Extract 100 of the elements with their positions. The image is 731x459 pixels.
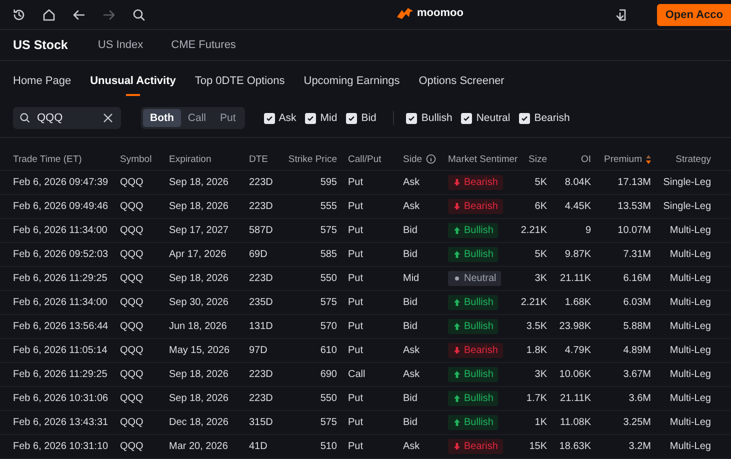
table-cell-text: Sep 18, 2026: [169, 201, 230, 212]
table-cell-text: Sep 18, 2026: [169, 369, 230, 380]
table-cell: Multi-Leg: [670, 297, 711, 308]
checkbox-icon[interactable]: [406, 112, 418, 124]
table-cell: 5K: [534, 177, 547, 188]
filter-checkbox[interactable]: Bullish: [406, 112, 452, 124]
table-cell: 555: [320, 201, 337, 212]
column-header: Side: [403, 154, 422, 164]
table-cell-text: Feb 6, 2026 09:52:03: [13, 249, 110, 260]
market-tab[interactable]: US Stock: [13, 38, 68, 52]
table-cell: 6.16M: [623, 273, 651, 284]
page-tab[interactable]: Options Screener: [418, 64, 504, 96]
table-cell: Multi-Leg: [670, 369, 711, 380]
table-cell-text: Ask: [402, 177, 421, 188]
open-account-button[interactable]: Open Acco: [657, 4, 731, 26]
forward-icon[interactable]: [102, 8, 116, 22]
table-cell: Multi-Leg: [670, 225, 711, 236]
column-header: Symbol: [120, 154, 153, 164]
table-cell-text: 131D: [249, 321, 274, 332]
logo-icon: [397, 7, 413, 19]
filter-checkbox[interactable]: Bid: [346, 112, 376, 124]
arrow-down-icon: [453, 346, 461, 355]
table-cell: 5K: [534, 249, 547, 260]
table-cell: 10.06K: [559, 369, 591, 380]
info-icon[interactable]: [426, 154, 436, 164]
arrow-down-icon: [453, 442, 461, 451]
filter-checkbox[interactable]: Neutral: [461, 112, 510, 124]
table-cell-text: Put: [347, 321, 364, 332]
table-cell: 575: [320, 297, 337, 308]
market-tab[interactable]: US Index: [98, 39, 144, 51]
table-cell: 4.89M: [623, 345, 651, 356]
column-header[interactable]: Premium: [604, 154, 642, 164]
table-cell-text: Bid: [402, 417, 418, 428]
table-cell-text: Sep 18, 2026: [169, 273, 230, 284]
table-cell: 15K: [529, 441, 547, 452]
sort-icon[interactable]: [646, 154, 651, 164]
table-cell-text: Feb 6, 2026 10:31:06: [13, 393, 110, 404]
table-cell: 1.7K: [526, 393, 547, 404]
filter-checkbox[interactable]: Mid: [305, 112, 338, 124]
search-icon[interactable]: [132, 8, 146, 22]
sentiment-tag: Bearish: [448, 199, 503, 214]
search-value: QQQ: [37, 112, 64, 124]
table-cell-text: Put: [347, 297, 364, 308]
search-field[interactable]: QQQ: [13, 107, 121, 129]
table-cell-text: 315D: [249, 417, 274, 428]
column-header: Market Sentimer: [448, 154, 518, 164]
table-cell: Multi-Leg: [670, 273, 711, 284]
table-cell: Single-Leg: [663, 177, 711, 188]
checkbox-icon[interactable]: [346, 112, 358, 124]
table-cell: 3.2M: [628, 441, 651, 452]
table-cell: 23.98K: [559, 321, 591, 332]
table-cell-text: 223D: [249, 393, 274, 404]
table-cell: 4.79K: [564, 345, 591, 356]
table-cell-text: QQQ: [120, 201, 144, 212]
table-cell: 610: [320, 345, 337, 356]
back-icon[interactable]: [72, 8, 86, 22]
segment-button[interactable]: Call: [180, 109, 214, 127]
checkbox-icon[interactable]: [305, 112, 316, 124]
checkbox-icon[interactable]: [461, 112, 472, 124]
table-cell: 3.6M: [628, 393, 651, 404]
table-cell: 17.13M: [618, 177, 651, 188]
table-cell: 5.88M: [623, 321, 651, 332]
arrow-up-icon: [453, 250, 461, 259]
filter-checkbox[interactable]: Ask: [264, 112, 296, 124]
table-cell-text: Sep 30, 2026: [169, 297, 230, 308]
column-header: Strategy: [676, 154, 711, 164]
table-cell-text: QQQ: [120, 225, 144, 236]
table-cell: 1.68K: [564, 297, 591, 308]
table-cell-text: Bid: [402, 249, 418, 260]
page-tab[interactable]: Unusual Activity: [90, 64, 176, 96]
checkbox-icon[interactable]: [519, 112, 530, 124]
table-cell-text: Put: [347, 225, 364, 236]
table-cell-text: 223D: [249, 177, 274, 188]
market-tab[interactable]: CME Futures: [171, 39, 236, 51]
segment-button[interactable]: Put: [213, 109, 243, 127]
table-cell-text: Ask: [402, 369, 421, 380]
table-cell-text: Feb 6, 2026 11:05:14: [13, 345, 108, 356]
table-cell: 7.31M: [623, 249, 651, 260]
arrow-up-icon: [453, 394, 461, 403]
arrow-up-icon: [453, 298, 461, 307]
home-icon[interactable]: [42, 8, 56, 22]
table-cell-text: Put: [347, 345, 364, 356]
segment-button[interactable]: Both: [143, 109, 181, 127]
sentiment-tag: Bearish: [448, 343, 503, 358]
sentiment-tag: Bullish: [448, 319, 498, 334]
table-cell-text: 223D: [249, 273, 274, 284]
table-cell: Multi-Leg: [670, 345, 711, 356]
close-icon[interactable]: [103, 113, 113, 123]
table-cell: Multi-Leg: [670, 321, 711, 332]
history-icon[interactable]: [12, 8, 26, 22]
page-tab[interactable]: Upcoming Earnings: [304, 64, 400, 96]
checkbox-icon[interactable]: [264, 112, 275, 124]
table-cell: 8.04K: [564, 177, 591, 188]
page-tab[interactable]: Top 0DTE Options: [194, 64, 285, 96]
table-cell-text: Feb 6, 2026 11:29:25: [13, 369, 108, 380]
table-cell-text: Put: [347, 273, 364, 284]
page-tab[interactable]: Home Page: [13, 64, 72, 96]
table-cell: 3.5K: [526, 321, 547, 332]
dot-icon: [453, 274, 461, 283]
filter-checkbox[interactable]: Bearish: [519, 112, 570, 124]
